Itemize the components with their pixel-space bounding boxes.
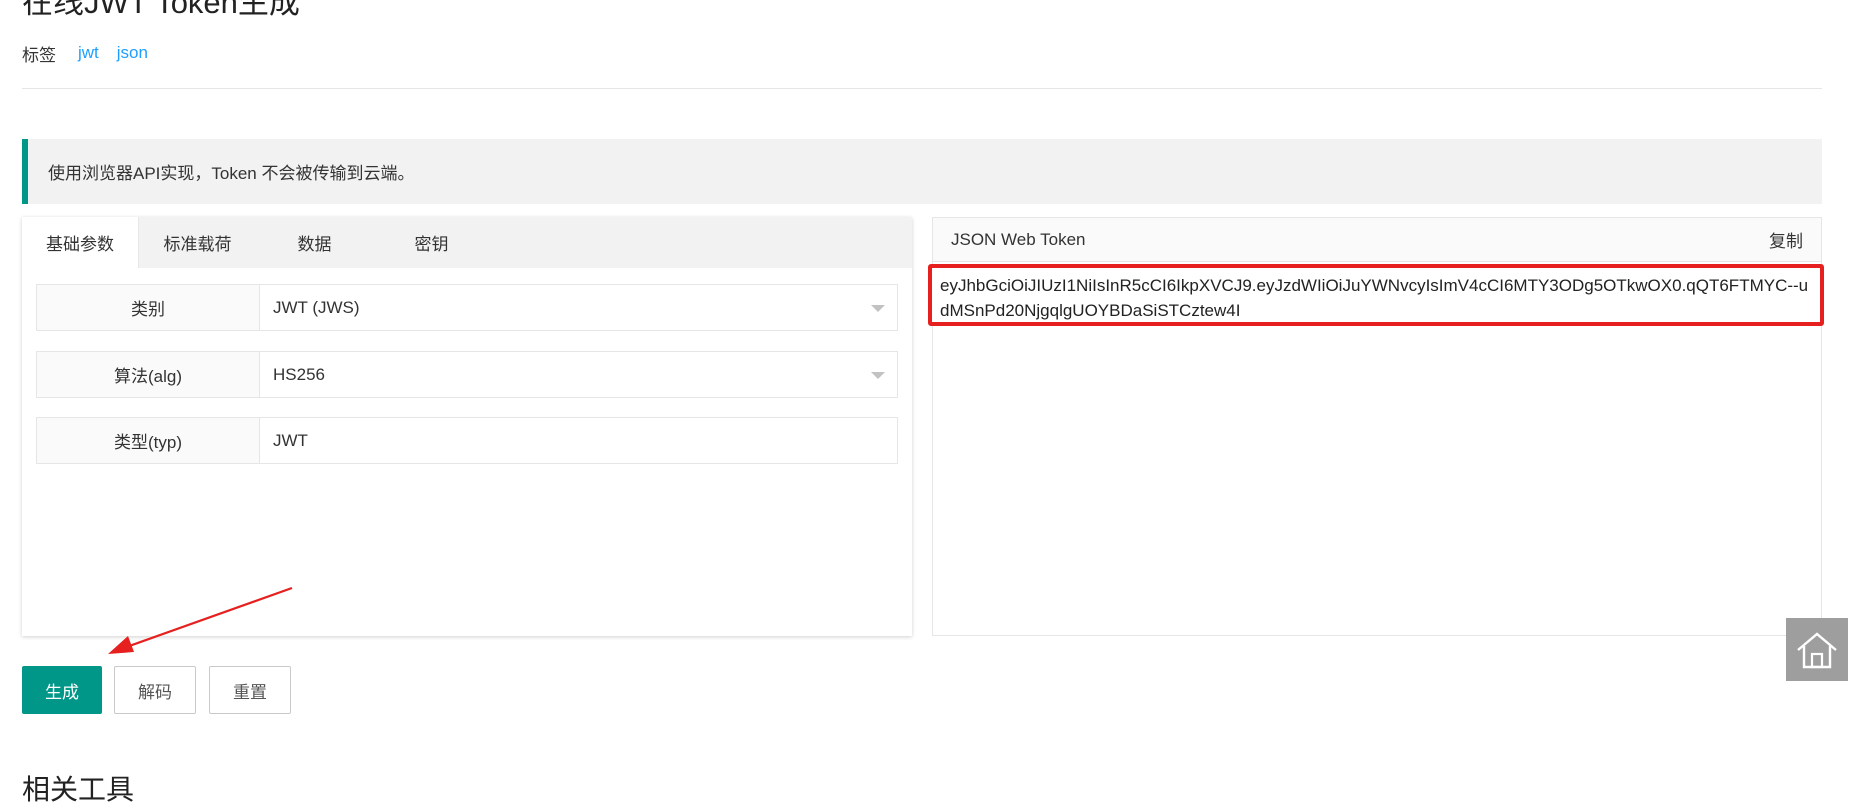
tab-basic-params[interactable]: 基础参数 (22, 217, 139, 268)
type-label: 类别 (37, 285, 260, 330)
notice-text: 使用浏览器API实现，Token 不会被传输到云端。 (48, 164, 415, 183)
header-divider (22, 88, 1822, 89)
algorithm-select[interactable]: HS256 (260, 352, 897, 397)
caret-down-icon (871, 304, 885, 312)
tag-link-jwt[interactable]: jwt (78, 43, 99, 63)
params-panel: 基础参数 标准载荷 数据 密钥 类别 JWT (JWS) 算法(alg) HS2… (22, 217, 912, 636)
algorithm-label: 算法(alg) (37, 352, 260, 397)
token-output-panel: JSON Web Token 复制 eyJhbGciOiJIUzI1NiIsIn… (928, 217, 1824, 636)
typ-label: 类型(typ) (37, 418, 260, 463)
token-output-header: JSON Web Token 复制 (933, 218, 1821, 262)
page-title: 在线JWT Token生成 (22, 0, 300, 20)
form-row-typ: 类型(typ) JWT (36, 417, 898, 464)
type-select[interactable]: JWT (JWS) (260, 285, 897, 330)
form-row-algorithm: 算法(alg) HS256 (36, 351, 898, 398)
related-tools-heading: 相关工具 (22, 774, 135, 805)
form-row-type: 类别 JWT (JWS) (36, 284, 898, 331)
back-to-home-button[interactable] (1786, 618, 1848, 681)
token-output-title: JSON Web Token (951, 229, 1086, 249)
token-output-text[interactable]: eyJhbGciOiJIUzI1NiIsInR5cCI6IkpXVCJ9.eyJ… (928, 264, 1824, 326)
generate-button[interactable]: 生成 (22, 666, 102, 714)
decode-button[interactable]: 解码 (114, 666, 196, 714)
tab-secret-key[interactable]: 密钥 (373, 217, 490, 268)
info-notice: 使用浏览器API实现，Token 不会被传输到云端。 (22, 139, 1822, 204)
tab-standard-payload[interactable]: 标准载荷 (139, 217, 256, 268)
type-select-value: JWT (JWS) (273, 297, 360, 317)
tag-link-json[interactable]: json (117, 43, 148, 63)
typ-input-value: JWT (273, 430, 308, 450)
home-icon (1797, 631, 1837, 668)
copy-button[interactable]: 复制 (1769, 227, 1803, 252)
reset-button[interactable]: 重置 (209, 666, 291, 714)
tags-row: 标签 jwt json (22, 40, 166, 66)
tags-label: 标签 (22, 45, 56, 65)
typ-input[interactable]: JWT (260, 418, 897, 463)
algorithm-select-value: HS256 (273, 364, 325, 384)
tab-bar: 基础参数 标准载荷 数据 密钥 (22, 217, 912, 268)
tab-data[interactable]: 数据 (256, 217, 373, 268)
caret-down-icon (871, 371, 885, 379)
